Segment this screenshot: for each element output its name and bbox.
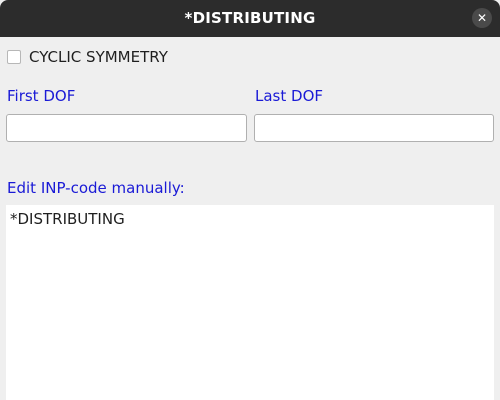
title-bar: *DISTRIBUTING ✕ [0,0,500,37]
dialog-window: *DISTRIBUTING ✕ CYCLIC SYMMETRY First DO… [0,0,500,400]
first-dof-label: First DOF [7,87,76,105]
inp-code-editor[interactable]: *DISTRIBUTING [6,205,494,400]
cyclic-symmetry-checkbox[interactable] [7,50,21,64]
close-icon[interactable]: ✕ [472,8,492,28]
last-dof-input[interactable] [254,114,494,142]
cyclic-symmetry-option[interactable]: CYCLIC SYMMETRY [7,47,168,67]
cyclic-symmetry-label: CYCLIC SYMMETRY [29,48,168,66]
first-dof-input[interactable] [6,114,247,142]
edit-inp-label: Edit INP-code manually: [7,179,185,197]
last-dof-label: Last DOF [255,87,323,105]
window-title: *DISTRIBUTING [184,9,316,27]
